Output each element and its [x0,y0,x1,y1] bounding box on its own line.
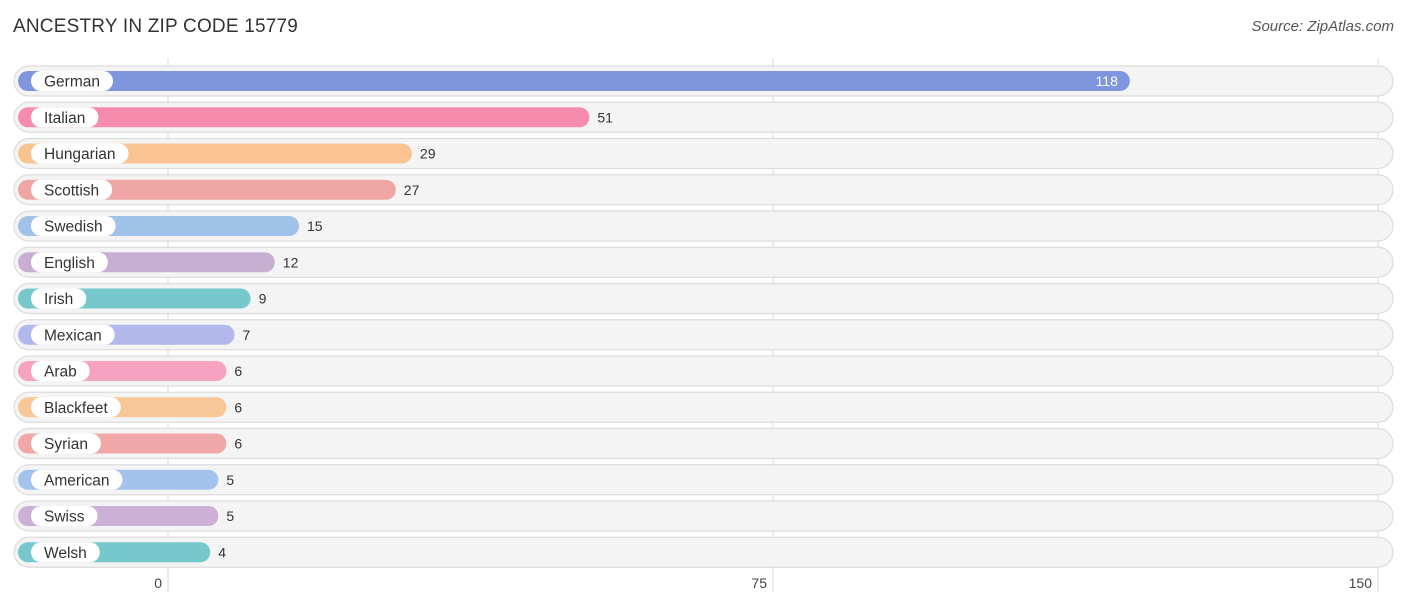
bar-chart: German 118Italian 51Hungarian 29Scottish 27S… [13,58,1394,592]
category-label: English [44,255,95,272]
bar-row-arab: Arab 6 [13,355,1394,387]
bar-row-mexican: Mexican 7 [13,319,1394,351]
value-label: 6 [234,399,242,415]
category-label: Syrian [44,436,88,453]
category-label: Welsh [44,545,87,562]
category-label: Swiss [44,509,85,526]
category-label: Blackfeet [44,400,108,417]
tick-label-0: 0 [154,575,162,591]
bar-row-welsh: Welsh 4 [13,536,1394,568]
value-label: 4 [218,544,226,560]
category-label: Scottish [44,182,99,199]
bar-row-hungarian: Hungarian 29 [13,137,1394,170]
value-label: 5 [226,472,234,488]
category-label: Swedish [44,219,103,236]
value-label: 29 [420,146,436,162]
bar-row-american: American 5 [13,464,1394,496]
bar-row-german: German 118 [13,65,1394,97]
value-label: 5 [226,508,234,524]
bar [18,71,1130,91]
tick-label-150: 150 [1349,575,1373,591]
bar-row-scottish: Scottish 27 [13,174,1394,206]
category-label: Arab [44,364,77,381]
value-label: 27 [404,182,420,198]
category-label: American [44,472,109,489]
bar-row-english: English 12 [13,246,1394,278]
value-label: 15 [307,218,323,234]
bar-row-syrian: Syrian 6 [13,427,1394,460]
row-background [13,464,1394,496]
value-label: 9 [259,291,267,307]
bar-row-irish: Irish 9 [13,282,1394,315]
bar-row-swedish: Swedish 15 [13,210,1394,242]
bar-row-italian: Italian 51 [13,101,1394,133]
value-label: 6 [234,436,242,452]
value-label: 7 [242,327,250,343]
bar-row-blackfeet: Blackfeet 6 [13,391,1394,423]
row-background [13,500,1394,532]
tick-label-75: 75 [751,575,767,591]
value-label: 51 [597,109,613,125]
value-label: 12 [283,254,299,270]
x-axis-ticks: 0 75 150 [154,575,1372,591]
category-label: German [44,74,100,91]
bar-row-swiss: Swiss 5 [13,500,1394,532]
rows-layer: German 118Italian 51Hungarian 29Scottish 27S… [13,65,1394,568]
category-label: Italian [44,110,85,127]
category-label: Irish [44,291,73,308]
value-label: 118 [1096,73,1119,89]
value-label: 6 [234,363,242,379]
category-label: Mexican [44,327,102,344]
bar [18,107,590,128]
category-label: Hungarian [44,146,116,163]
